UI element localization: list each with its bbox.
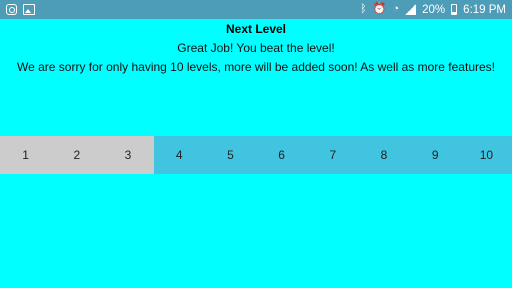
- level-button-4[interactable]: 4: [153, 136, 205, 174]
- level-button-2[interactable]: 2: [51, 136, 103, 174]
- levels-note: We are sorry for only having 10 levels, …: [16, 60, 495, 74]
- level-button-7[interactable]: 7: [307, 136, 359, 174]
- level-button-9[interactable]: 9: [409, 136, 461, 174]
- page-title: Next Level: [225, 22, 287, 36]
- success-message: Great Job! You beat the level!: [177, 41, 335, 55]
- instagram-icon: [6, 4, 17, 15]
- battery-percent: 20%: [422, 3, 446, 16]
- battery-icon: [451, 4, 458, 15]
- gallery-icon: [23, 4, 35, 15]
- level-button-10[interactable]: 10: [460, 136, 512, 174]
- status-bar: ᛒ ⏰ ◔ 20% 6:19 PM: [0, 0, 512, 19]
- signal-icon: [405, 4, 417, 15]
- level-button-8[interactable]: 8: [358, 136, 410, 174]
- level-button-5[interactable]: 5: [204, 136, 257, 174]
- level-selector: 1 2 3 4 5 6 7 8 9 10: [0, 136, 512, 174]
- level-label: 1: [22, 148, 29, 162]
- clock: 6:19 PM: [463, 3, 506, 16]
- level-label: 10: [479, 148, 494, 162]
- status-left: [6, 4, 35, 15]
- status-right: ᛒ ⏰ ◔ 20% 6:19 PM: [360, 4, 506, 16]
- level-button-6[interactable]: 6: [256, 136, 308, 174]
- level-label: 4: [175, 148, 183, 162]
- level-label: 3: [124, 148, 132, 162]
- wifi-icon: ◔: [392, 3, 400, 15]
- alarm-icon: ⏰: [372, 3, 387, 15]
- level-label: 2: [73, 148, 81, 162]
- level-button-3[interactable]: 3: [102, 136, 154, 174]
- next-level-screen: Next Level Great Job! You beat the level…: [0, 19, 512, 288]
- level-label: 7: [329, 148, 337, 162]
- level-label: 9: [431, 148, 439, 162]
- level-label: 8: [380, 148, 388, 162]
- level-button-1[interactable]: 1: [0, 136, 52, 174]
- level-label: 5: [227, 148, 234, 162]
- level-label: 6: [278, 148, 285, 162]
- bluetooth-icon: ᛒ: [360, 3, 367, 15]
